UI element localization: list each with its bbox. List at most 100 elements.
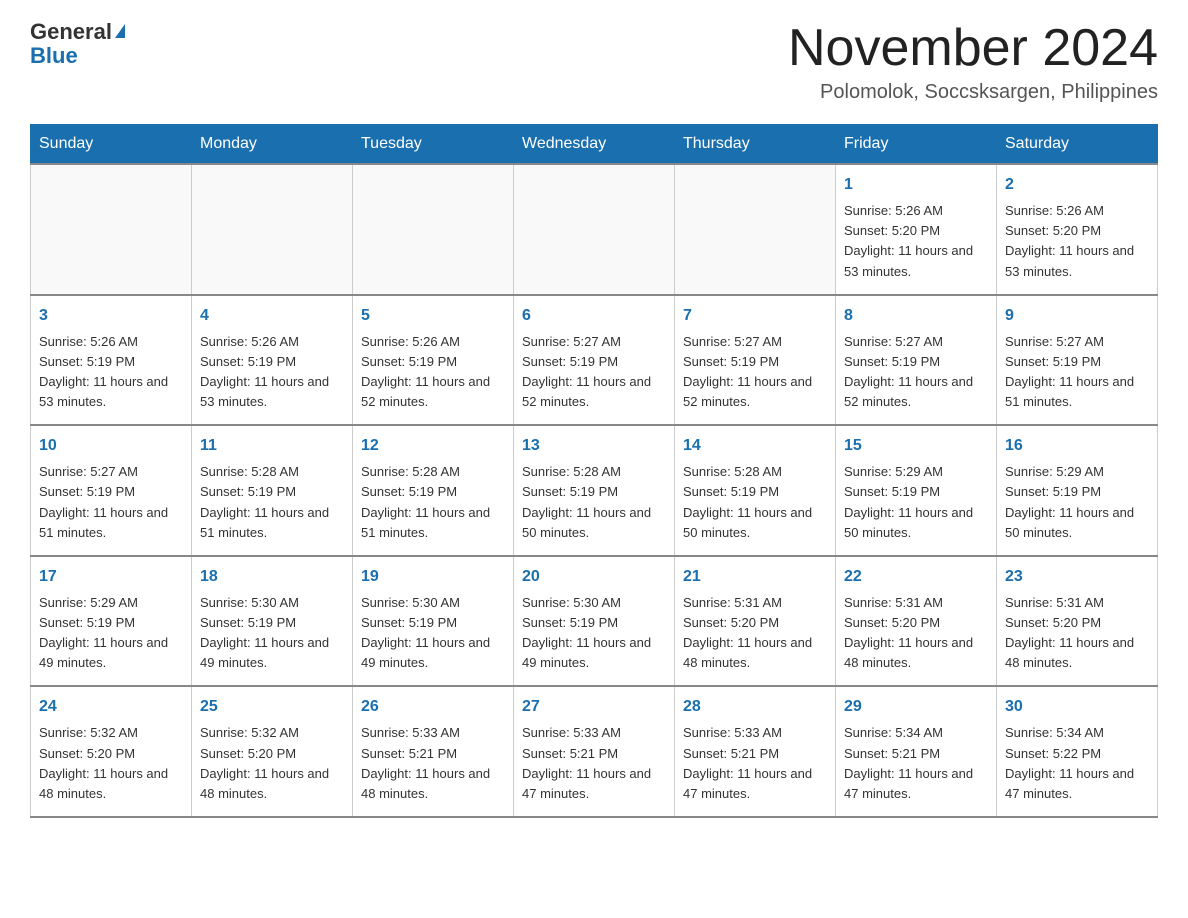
calendar-header-row: SundayMondayTuesdayWednesdayThursdayFrid…	[31, 125, 1158, 165]
day-info: Sunrise: 5:31 AM Sunset: 5:20 PM Dayligh…	[683, 593, 827, 674]
day-info: Sunrise: 5:28 AM Sunset: 5:19 PM Dayligh…	[522, 462, 666, 543]
title-block: November 2024 Polomolok, Soccsksargen, P…	[788, 20, 1158, 104]
calendar-cell: 27Sunrise: 5:33 AM Sunset: 5:21 PM Dayli…	[514, 686, 675, 817]
day-info: Sunrise: 5:32 AM Sunset: 5:20 PM Dayligh…	[200, 723, 344, 804]
day-info: Sunrise: 5:29 AM Sunset: 5:19 PM Dayligh…	[1005, 462, 1149, 543]
calendar-week-row: 24 Sunrise: 5:32 AM Sunset: 5:20 PM Dayli…	[31, 686, 1158, 817]
day-number: 5	[361, 304, 505, 328]
day-number: 13	[522, 434, 666, 458]
calendar-cell: 11 Sunrise: 5:28 AM Sunset: 5:19 PM Dayli…	[192, 425, 353, 556]
calendar-cell: 15 Sunrise: 5:29 AM Sunset: 5:19 PM Dayli…	[836, 425, 997, 556]
calendar-cell: 17 Sunrise: 5:29 AM Sunset: 5:19 PM Dayli…	[31, 556, 192, 687]
day-info: Sunrise: 5:28 AM Sunset: 5:19 PM Dayligh…	[361, 462, 505, 543]
day-number: 20	[522, 565, 666, 589]
day-info: Sunrise: 5:26 AM Sunset: 5:20 PM Dayligh…	[844, 201, 988, 282]
day-info: Sunrise: 5:27 AM Sunset: 5:19 PM Dayligh…	[844, 332, 988, 413]
weekday-header-friday: Friday	[836, 125, 997, 165]
day-info: Sunrise: 5:33 AM Sunset: 5:21 PM Dayligh…	[361, 723, 505, 804]
weekday-header-saturday: Saturday	[997, 125, 1158, 165]
calendar-cell: 22 Sunrise: 5:31 AM Sunset: 5:20 PM Dayli…	[836, 556, 997, 687]
page-header: General Blue November 2024 Polomolok, So…	[30, 20, 1158, 104]
day-number: 6	[522, 304, 666, 328]
logo-general-text: General	[30, 19, 112, 44]
calendar-cell: 28Sunrise: 5:33 AM Sunset: 5:21 PM Dayli…	[675, 686, 836, 817]
day-number: 23	[1005, 565, 1149, 589]
day-number: 10	[39, 434, 183, 458]
day-number: 3	[39, 304, 183, 328]
day-number: 16	[1005, 434, 1149, 458]
calendar-cell: 19 Sunrise: 5:30 AM Sunset: 5:19 PM Dayli…	[353, 556, 514, 687]
day-info: Sunrise: 5:26 AM Sunset: 5:20 PM Dayligh…	[1005, 201, 1149, 282]
day-number: 1	[844, 173, 988, 197]
day-info: Sunrise: 5:31 AM Sunset: 5:20 PM Dayligh…	[1005, 593, 1149, 674]
day-info: Sunrise: 5:29 AM Sunset: 5:19 PM Dayligh…	[844, 462, 988, 543]
calendar-week-row: 10Sunrise: 5:27 AM Sunset: 5:19 PM Dayli…	[31, 425, 1158, 556]
logo-blue-text: Blue	[30, 44, 125, 68]
calendar-cell: 30 Sunrise: 5:34 AM Sunset: 5:22 PM Dayli…	[997, 686, 1158, 817]
day-info: Sunrise: 5:29 AM Sunset: 5:19 PM Dayligh…	[39, 593, 183, 674]
day-number: 21	[683, 565, 827, 589]
day-number: 28	[683, 695, 827, 719]
day-number: 15	[844, 434, 988, 458]
calendar-cell: 25 Sunrise: 5:32 AM Sunset: 5:20 PM Dayli…	[192, 686, 353, 817]
calendar-cell: 16 Sunrise: 5:29 AM Sunset: 5:19 PM Dayli…	[997, 425, 1158, 556]
day-info: Sunrise: 5:34 AM Sunset: 5:22 PM Dayligh…	[1005, 723, 1149, 804]
calendar-cell: 23 Sunrise: 5:31 AM Sunset: 5:20 PM Dayli…	[997, 556, 1158, 687]
day-info: Sunrise: 5:27 AM Sunset: 5:19 PM Dayligh…	[1005, 332, 1149, 413]
day-number: 7	[683, 304, 827, 328]
day-info: Sunrise: 5:27 AM Sunset: 5:19 PM Dayligh…	[683, 332, 827, 413]
day-number: 22	[844, 565, 988, 589]
calendar-cell	[514, 164, 675, 295]
weekday-header-wednesday: Wednesday	[514, 125, 675, 165]
day-info: Sunrise: 5:34 AM Sunset: 5:21 PM Dayligh…	[844, 723, 988, 804]
logo-triangle-icon	[115, 24, 125, 38]
day-info: Sunrise: 5:32 AM Sunset: 5:20 PM Dayligh…	[39, 723, 183, 804]
calendar-cell: 29Sunrise: 5:34 AM Sunset: 5:21 PM Dayli…	[836, 686, 997, 817]
calendar-cell: 2Sunrise: 5:26 AM Sunset: 5:20 PM Daylig…	[997, 164, 1158, 295]
logo: General Blue	[30, 20, 125, 68]
day-info: Sunrise: 5:30 AM Sunset: 5:19 PM Dayligh…	[522, 593, 666, 674]
day-number: 19	[361, 565, 505, 589]
location-title: Polomolok, Soccsksargen, Philippines	[788, 81, 1158, 104]
calendar-cell: 13 Sunrise: 5:28 AM Sunset: 5:19 PM Dayli…	[514, 425, 675, 556]
calendar-cell: 8 Sunrise: 5:27 AM Sunset: 5:19 PM Daylig…	[836, 295, 997, 426]
calendar-week-row: 17 Sunrise: 5:29 AM Sunset: 5:19 PM Dayli…	[31, 556, 1158, 687]
calendar-cell: 3Sunrise: 5:26 AM Sunset: 5:19 PM Daylig…	[31, 295, 192, 426]
day-number: 12	[361, 434, 505, 458]
calendar-cell: 24 Sunrise: 5:32 AM Sunset: 5:20 PM Dayli…	[31, 686, 192, 817]
calendar-cell: 1 Sunrise: 5:26 AM Sunset: 5:20 PM Daylig…	[836, 164, 997, 295]
calendar-cell	[31, 164, 192, 295]
calendar-cell: 21 Sunrise: 5:31 AM Sunset: 5:20 PM Dayli…	[675, 556, 836, 687]
calendar-cell: 26 Sunrise: 5:33 AM Sunset: 5:21 PM Dayli…	[353, 686, 514, 817]
calendar-cell: 6Sunrise: 5:27 AM Sunset: 5:19 PM Daylig…	[514, 295, 675, 426]
calendar-cell: 18Sunrise: 5:30 AM Sunset: 5:19 PM Dayli…	[192, 556, 353, 687]
calendar-cell: 9 Sunrise: 5:27 AM Sunset: 5:19 PM Daylig…	[997, 295, 1158, 426]
calendar-table: SundayMondayTuesdayWednesdayThursdayFrid…	[30, 124, 1158, 818]
day-info: Sunrise: 5:26 AM Sunset: 5:19 PM Dayligh…	[200, 332, 344, 413]
month-title: November 2024	[788, 20, 1158, 77]
day-info: Sunrise: 5:28 AM Sunset: 5:19 PM Dayligh…	[683, 462, 827, 543]
calendar-cell: 14Sunrise: 5:28 AM Sunset: 5:19 PM Dayli…	[675, 425, 836, 556]
day-number: 17	[39, 565, 183, 589]
calendar-cell: 7 Sunrise: 5:27 AM Sunset: 5:19 PM Daylig…	[675, 295, 836, 426]
day-number: 9	[1005, 304, 1149, 328]
day-number: 26	[361, 695, 505, 719]
day-number: 11	[200, 434, 344, 458]
weekday-header-monday: Monday	[192, 125, 353, 165]
day-number: 8	[844, 304, 988, 328]
calendar-week-row: 1 Sunrise: 5:26 AM Sunset: 5:20 PM Daylig…	[31, 164, 1158, 295]
calendar-cell	[675, 164, 836, 295]
day-number: 27	[522, 695, 666, 719]
day-number: 4	[200, 304, 344, 328]
day-info: Sunrise: 5:30 AM Sunset: 5:19 PM Dayligh…	[361, 593, 505, 674]
weekday-header-tuesday: Tuesday	[353, 125, 514, 165]
calendar-week-row: 3 Sunrise: 5:26 AM Sunset: 5:19 PM Daylig…	[31, 295, 1158, 426]
day-info: Sunrise: 5:31 AM Sunset: 5:20 PM Dayligh…	[844, 593, 988, 674]
day-info: Sunrise: 5:28 AM Sunset: 5:19 PM Dayligh…	[200, 462, 344, 543]
day-number: 24	[39, 695, 183, 719]
weekday-header-thursday: Thursday	[675, 125, 836, 165]
calendar-cell: 4 Sunrise: 5:26 AM Sunset: 5:19 PM Daylig…	[192, 295, 353, 426]
day-number: 30	[1005, 695, 1149, 719]
day-number: 25	[200, 695, 344, 719]
calendar-cell: 12 Sunrise: 5:28 AM Sunset: 5:19 PM Dayli…	[353, 425, 514, 556]
